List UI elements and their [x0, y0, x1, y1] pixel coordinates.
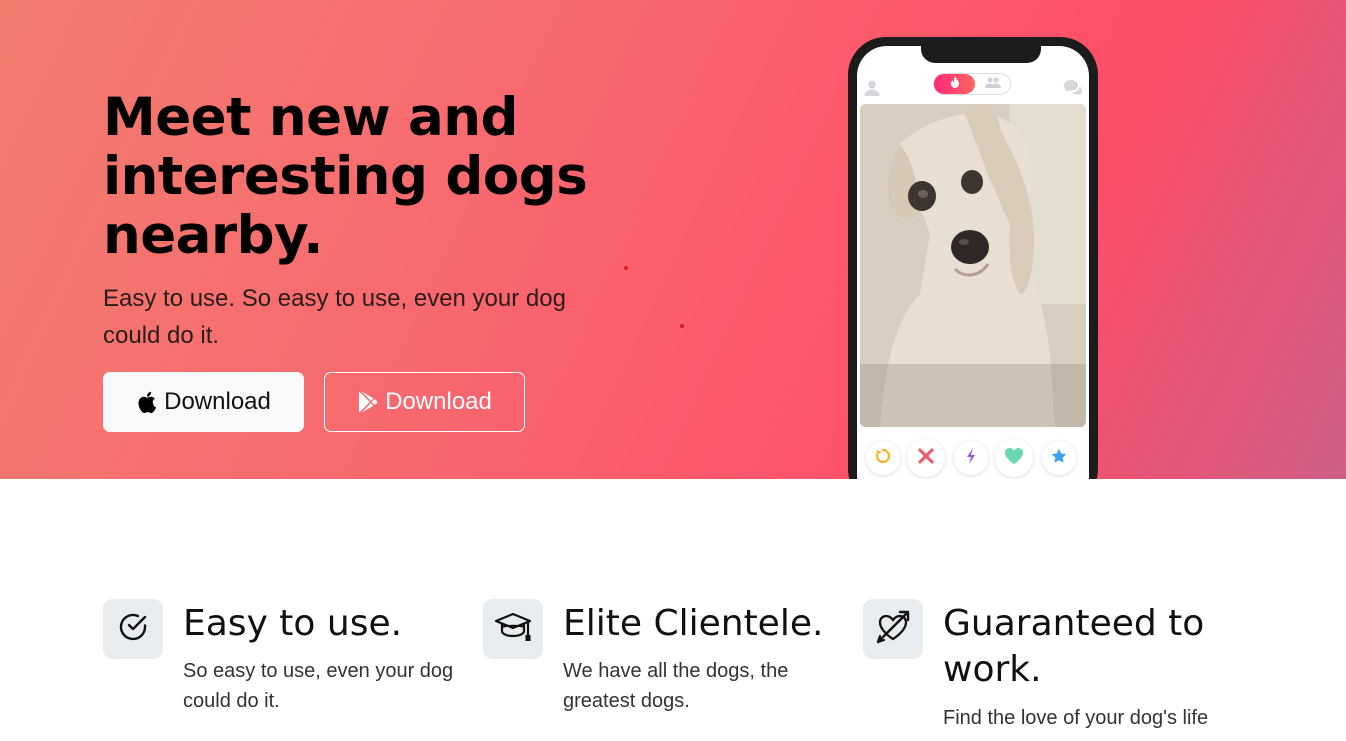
chat-icon [1063, 79, 1083, 97]
boost-icon [966, 447, 976, 469]
apple-icon [136, 390, 158, 414]
feature-text: We have all the dogs, the greatest dogs. [563, 660, 789, 712]
boost-button[interactable] [954, 441, 988, 475]
heart-arrow-icon [874, 608, 912, 651]
like-button[interactable] [995, 439, 1033, 477]
check-circle-icon [117, 611, 149, 648]
nope-icon [918, 447, 934, 469]
mode-toggle [933, 73, 1011, 95]
rewind-icon [875, 448, 891, 469]
feature-title: Easy to use. [183, 603, 403, 644]
feature-title: Elite Clientele. [563, 603, 824, 644]
nope-button[interactable] [907, 439, 945, 477]
phone-mockup [848, 37, 1098, 479]
group-icon [985, 75, 1001, 93]
app-store-download-button[interactable]: Download [103, 372, 304, 432]
card-actions [857, 436, 1089, 477]
google-play-download-label: Download [385, 388, 492, 415]
flame-icon [950, 75, 960, 93]
graduation-cap-icon [494, 610, 532, 649]
rewind-button[interactable] [866, 441, 900, 475]
group-toggle-option [979, 76, 1007, 92]
hero-section: Meet new and interesting dogs nearby. Ea… [0, 0, 1346, 479]
feature-text: So easy to use, even your dog could do i… [183, 660, 454, 712]
dog-photo [860, 104, 1086, 427]
profile-icon [863, 79, 881, 97]
phone-screen [857, 46, 1089, 479]
feature-icon-box [483, 599, 543, 659]
app-store-download-label: Download [164, 388, 271, 415]
feature-icon-box [863, 599, 923, 659]
google-play-download-button[interactable]: Download [324, 372, 525, 432]
hero-subtitle: Easy to use. So easy to use, even your d… [103, 285, 566, 349]
decorative-dot [680, 324, 684, 328]
hero-title: Meet new and interesting dogs nearby. [103, 87, 588, 266]
superlike-button[interactable] [1042, 441, 1076, 475]
phone-notch [921, 46, 1041, 63]
feature-title: Guaranteed to work. [943, 603, 1205, 690]
flame-toggle-option [934, 74, 975, 94]
feature-text: Find the love of your dog's life [943, 707, 1209, 729]
superlike-icon [1051, 448, 1067, 469]
feature-icon-box [103, 599, 163, 659]
like-icon [1004, 447, 1024, 470]
google-play-icon [357, 390, 379, 414]
decorative-dot [624, 266, 628, 270]
